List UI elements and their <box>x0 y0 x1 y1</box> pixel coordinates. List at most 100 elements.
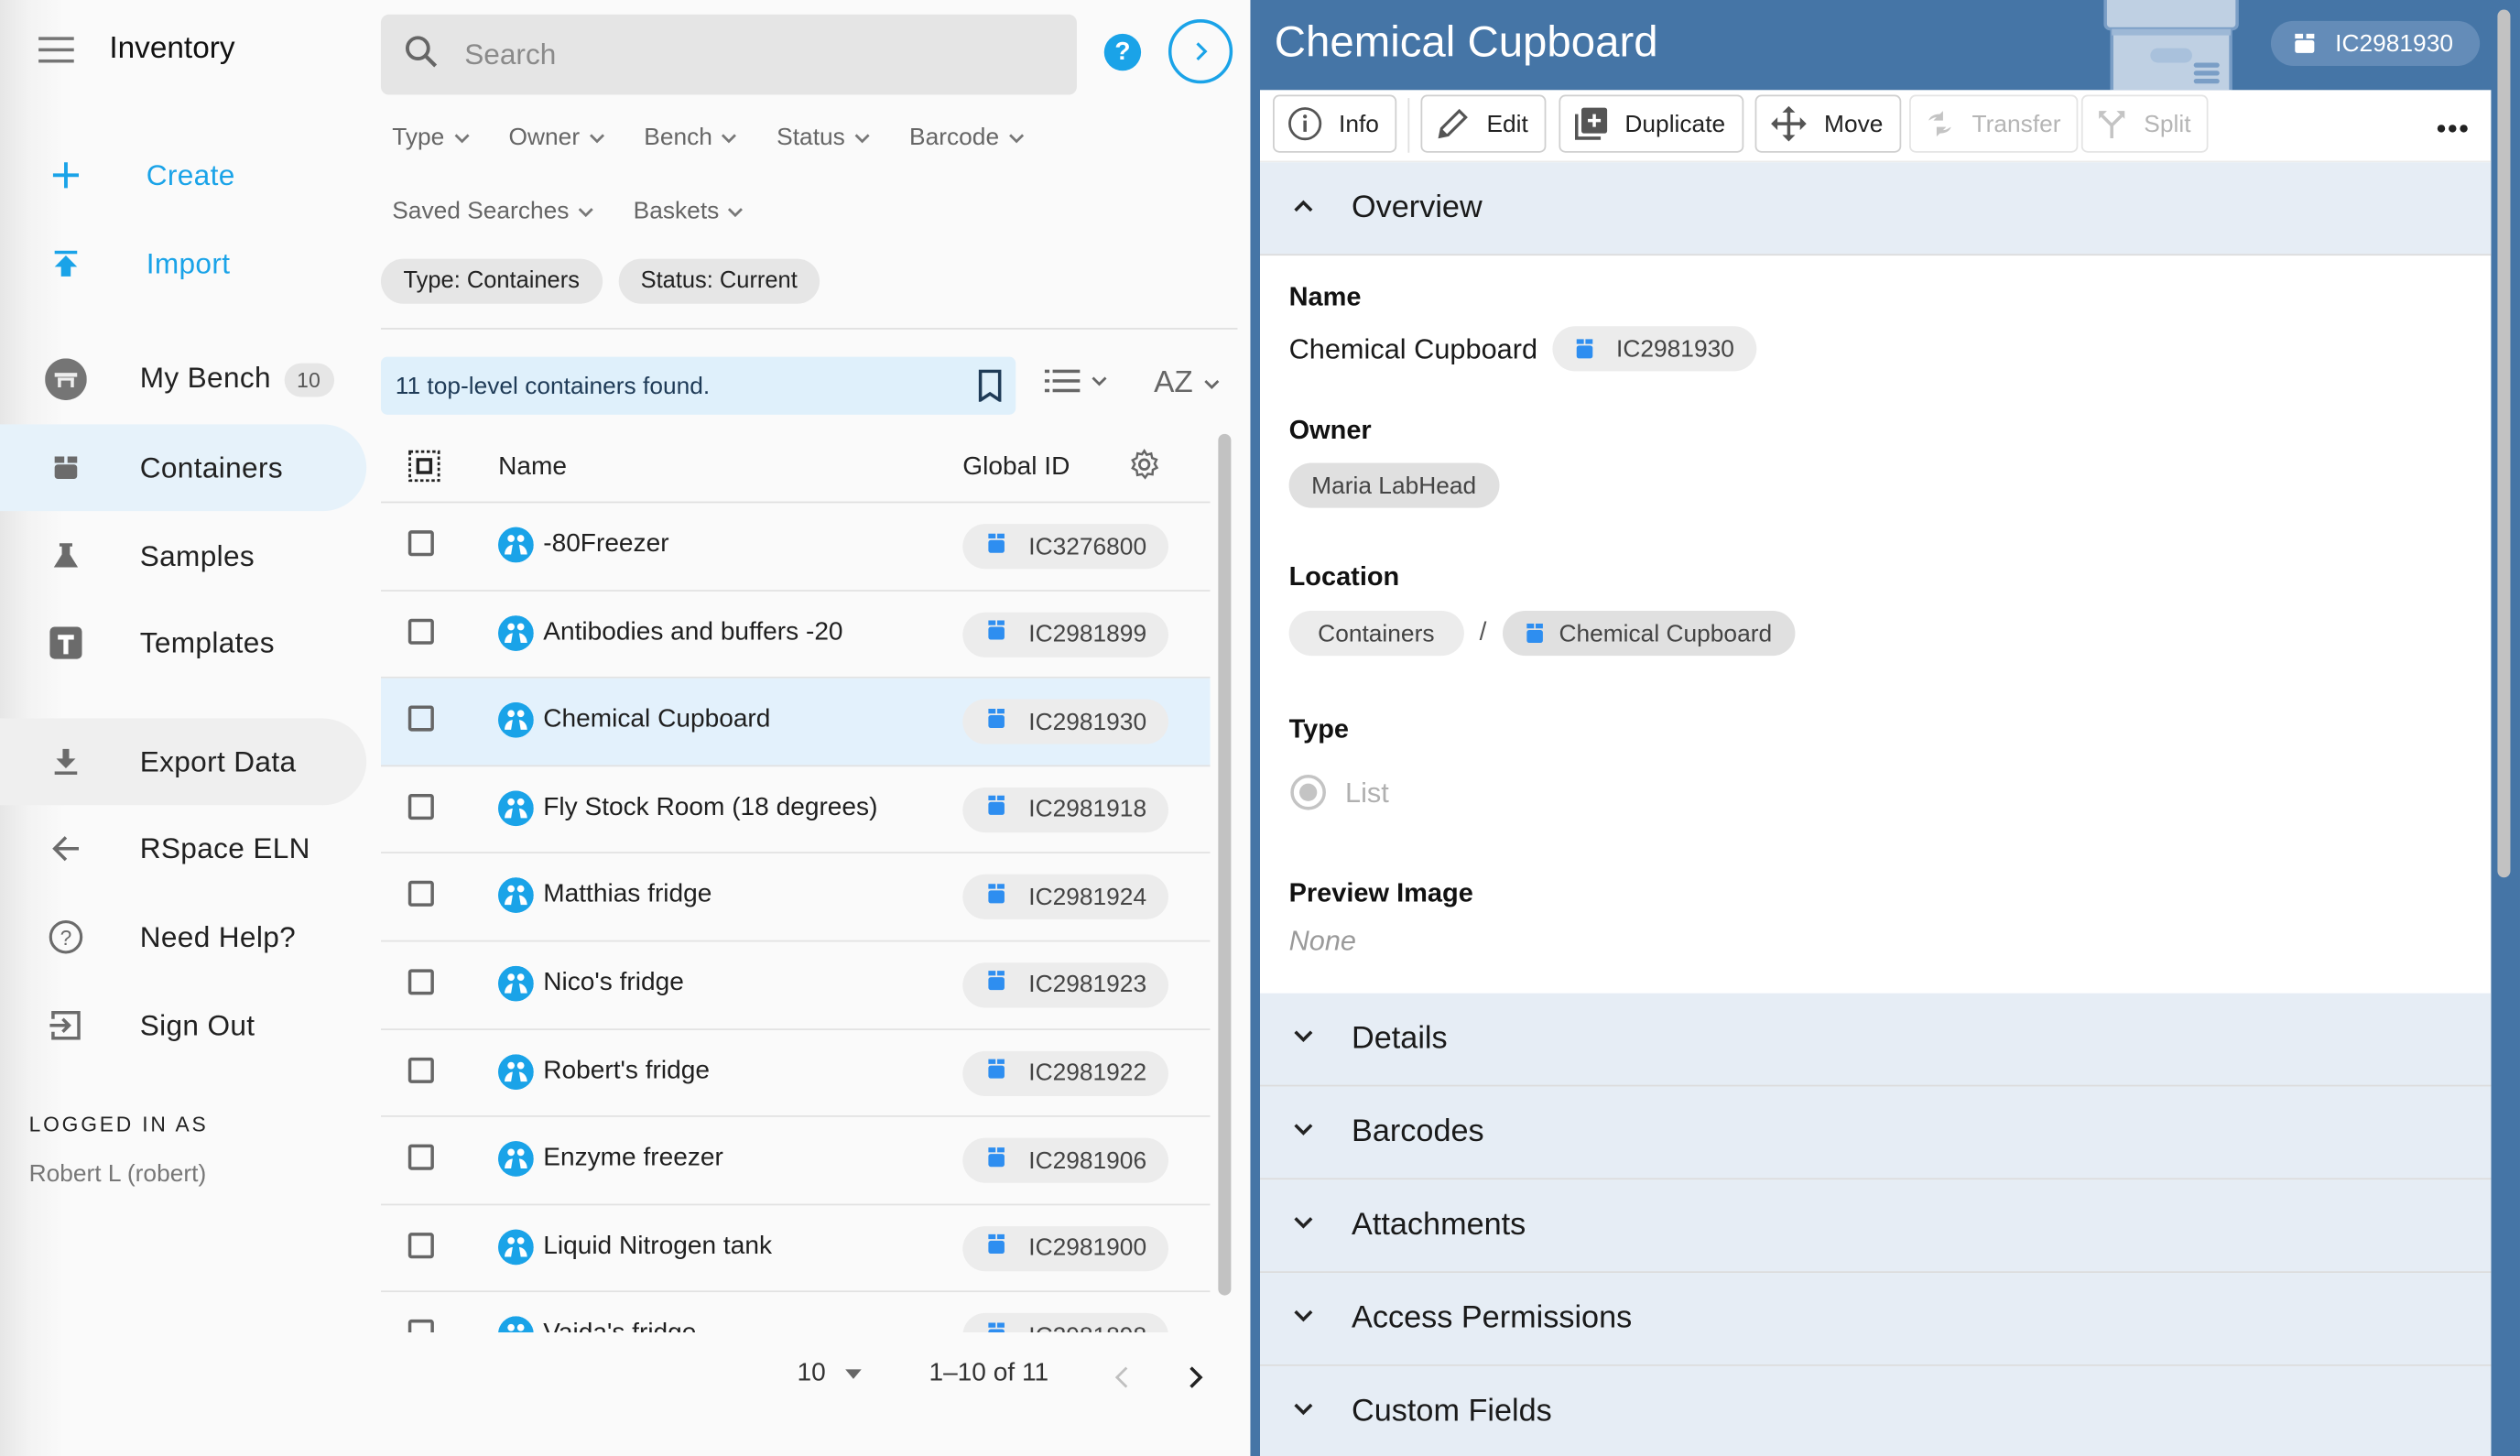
expand-panel-button[interactable] <box>1168 19 1233 84</box>
detail-panel: Chemical Cupboard IC2981930 Info Edit Dupl… <box>1250 0 2520 1456</box>
sidebar-item-create[interactable]: Create <box>0 132 366 219</box>
info-button[interactable]: Info <box>1273 94 1397 153</box>
global-id-text: IC2981918 <box>1028 796 1147 824</box>
split-button[interactable]: Split <box>2080 94 2209 153</box>
global-id-chip[interactable]: IC2981899 <box>962 611 1168 657</box>
hamburger-menu-icon[interactable] <box>38 37 74 63</box>
rows-per-page-select[interactable]: 10 <box>798 1360 863 1389</box>
view-mode-button[interactable] <box>1044 368 1109 394</box>
sidebar-item-my-bench[interactable]: My Bench 10 <box>0 336 366 423</box>
column-header-global-id[interactable]: Global ID <box>962 453 1070 483</box>
filter-bench[interactable]: Bench <box>644 124 738 151</box>
row-checkbox[interactable] <box>407 1320 434 1332</box>
sidebar-item-templates[interactable]: Templates <box>0 600 366 687</box>
filter-label: Baskets <box>633 197 720 225</box>
duplicate-button[interactable]: Duplicate <box>1559 94 1743 153</box>
results-scrollbar[interactable] <box>1218 433 1232 1296</box>
type-radio: List <box>1289 773 1389 811</box>
container-icon <box>1526 623 1543 644</box>
row-checkbox[interactable] <box>407 1144 434 1170</box>
sidebar-item-export-data[interactable]: Export Data <box>0 718 367 806</box>
divider <box>380 328 1238 330</box>
section-overview-header[interactable]: Overview <box>1259 162 2492 256</box>
transfer-button[interactable]: Transfer <box>1909 94 2079 153</box>
table-row[interactable]: -80Freezer IC3276800 <box>380 503 1211 592</box>
section-details-header[interactable]: Details <box>1259 993 2492 1087</box>
section-barcodes-header[interactable]: Barcodes <box>1259 1086 2492 1180</box>
name-global-id-chip[interactable]: IC2981930 <box>1551 326 1757 372</box>
global-id-chip[interactable]: IC2981930 <box>962 699 1168 744</box>
table-row[interactable]: Antibodies and buffers -20 IC2981899 <box>380 591 1211 679</box>
owner-chip[interactable]: Maria LabHead <box>1288 462 1499 508</box>
global-id-chip[interactable]: IC2981898 <box>962 1313 1168 1332</box>
filter-status[interactable]: Status <box>777 124 871 151</box>
sidebar-item-samples[interactable]: Samples <box>0 513 366 600</box>
filter-owner[interactable]: Owner <box>509 124 606 151</box>
row-checkbox[interactable] <box>407 969 434 995</box>
section-attachments-header[interactable]: Attachments <box>1259 1179 2492 1274</box>
row-checkbox[interactable] <box>407 530 434 557</box>
table-row[interactable]: Robert's fridge IC2981922 <box>380 1029 1211 1118</box>
prev-page-button[interactable] <box>1113 1364 1132 1398</box>
container-icon <box>987 531 1006 561</box>
global-id-text: IC2981899 <box>1028 620 1147 648</box>
global-id-text: IC2981900 <box>1028 1234 1147 1263</box>
sidebar-item-import[interactable]: Import <box>0 220 366 307</box>
sort-button[interactable]: AZ <box>1154 366 1222 402</box>
table-row[interactable]: Chemical Cupboard IC2981930 <box>380 678 1211 766</box>
move-button[interactable]: Move <box>1754 94 1901 153</box>
table-row[interactable]: Nico's fridge IC2981923 <box>380 941 1211 1030</box>
detail-global-id-chip[interactable]: IC2981930 <box>2270 20 2481 66</box>
table-row[interactable]: Matthias fridge IC2981924 <box>380 854 1211 942</box>
next-page-button[interactable] <box>1186 1364 1205 1398</box>
row-checkbox[interactable] <box>407 1232 434 1258</box>
bookmark-icon[interactable] <box>977 369 1003 410</box>
breadcrumb-item-containers[interactable]: Containers <box>1288 610 1464 657</box>
select-all-icon[interactable] <box>408 450 440 490</box>
field-label-preview-image: Preview Image <box>1288 879 1473 908</box>
row-checkbox[interactable] <box>407 705 434 732</box>
row-name: Liquid Nitrogen tank <box>543 1232 772 1260</box>
table-row[interactable]: Enzyme freezer IC2981906 <box>380 1117 1211 1205</box>
table-row[interactable]: Liquid Nitrogen tank IC2981900 <box>380 1205 1211 1293</box>
row-checkbox[interactable] <box>407 1057 434 1083</box>
sidebar-item-sign-out[interactable]: Sign Out <box>0 982 366 1069</box>
template-icon <box>45 622 87 664</box>
help-icon[interactable]: ? <box>1103 33 1142 71</box>
column-header-name[interactable]: Name <box>498 453 567 483</box>
filter-barcode[interactable]: Barcode <box>909 124 1025 151</box>
row-name: Robert's fridge <box>543 1057 710 1084</box>
sidebar-item-need-help[interactable]: ? Need Help? <box>0 894 366 981</box>
global-id-chip[interactable]: IC2981900 <box>962 1225 1168 1271</box>
row-checkbox[interactable] <box>407 618 434 645</box>
filter-chip[interactable]: Type: Containers <box>380 258 603 304</box>
filter-type[interactable]: Type <box>392 124 470 151</box>
global-id-chip[interactable]: IC3276800 <box>962 524 1168 570</box>
global-id-chip[interactable]: IC2981918 <box>962 787 1168 832</box>
filter-chip[interactable]: Status: Current <box>618 258 820 304</box>
section-access-permissions-header[interactable]: Access Permissions <box>1259 1273 2492 1366</box>
bench-icon <box>45 358 87 401</box>
chevron-down-icon <box>1294 1403 1313 1416</box>
sidebar-item-containers[interactable]: Containers <box>0 424 367 512</box>
gear-icon[interactable] <box>1128 448 1160 489</box>
filter-baskets[interactable]: Baskets <box>634 198 745 225</box>
section-custom-fields-header[interactable]: Custom Fields <box>1259 1365 2492 1456</box>
global-id-chip[interactable]: IC2981924 <box>962 875 1168 920</box>
pagination-range: 1–10 of 11 <box>929 1359 1049 1387</box>
detail-scrollbar[interactable] <box>2497 9 2511 878</box>
list-view-icon <box>1044 369 1081 393</box>
filter-saved-searches[interactable]: Saved Searches <box>392 198 594 225</box>
table-row[interactable]: Vaida's fridge IC2981898 <box>381 1293 1211 1332</box>
global-id-chip[interactable]: IC2981922 <box>962 1050 1168 1096</box>
row-checkbox[interactable] <box>407 881 434 907</box>
edit-button[interactable]: Edit <box>1420 94 1547 153</box>
global-id-chip[interactable]: IC2981906 <box>962 1137 1168 1184</box>
row-checkbox[interactable] <box>407 793 434 820</box>
global-id-chip[interactable]: IC2981923 <box>962 962 1168 1008</box>
more-options-icon[interactable] <box>2437 113 2469 142</box>
sidebar-item-rspace-eln[interactable]: RSpace ELN <box>0 805 366 892</box>
breadcrumb-item-current[interactable]: Chemical Cupboard <box>1503 610 1795 657</box>
search-input[interactable] <box>461 36 1047 73</box>
table-row[interactable]: Fly Stock Room (18 degrees) IC2981918 <box>380 766 1211 854</box>
